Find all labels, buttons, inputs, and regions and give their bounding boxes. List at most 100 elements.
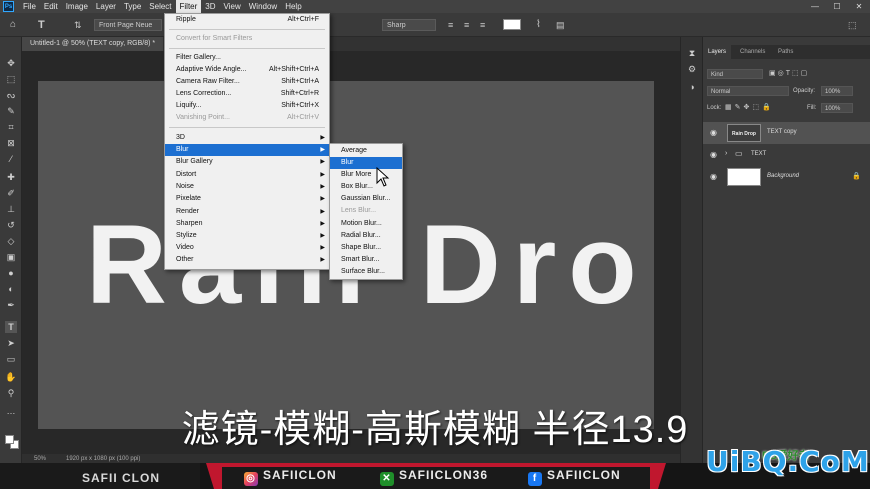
menu-item-surface-blur[interactable]: Surface Blur... xyxy=(330,266,402,278)
path-select-tool-icon[interactable]: ➤ xyxy=(5,337,17,349)
menu-item-render[interactable]: Render ▶ xyxy=(165,206,329,218)
menu-item-smart-blur[interactable]: Smart Blur... xyxy=(330,254,402,266)
lock-icons[interactable]: ▦✎✥⬚🔒 xyxy=(725,103,774,113)
text-tool-icon[interactable]: T xyxy=(5,321,17,333)
menu-select[interactable]: Select xyxy=(145,0,175,13)
crop-tool-icon[interactable]: ⌗ xyxy=(5,121,17,133)
menu-window[interactable]: Window xyxy=(245,0,281,13)
layer-text-copy[interactable]: ◉ Rain Drop TEXT copy xyxy=(703,122,870,144)
brush-tool-icon[interactable]: ✐ xyxy=(5,187,17,199)
move-tool-icon[interactable]: ✥ xyxy=(5,57,17,69)
adjustments-panel-icon[interactable]: ◑ xyxy=(686,81,698,93)
history-panel-icon[interactable]: ⧗ xyxy=(686,47,698,59)
visibility-eye-icon[interactable]: ◉ xyxy=(710,150,717,159)
quick-select-tool-icon[interactable]: ✎ xyxy=(5,105,17,117)
hand-tool-icon[interactable]: ✋ xyxy=(5,371,17,383)
visibility-eye-icon[interactable]: ◉ xyxy=(710,172,717,181)
layer-group-text[interactable]: ◉ › ▭ TEXT xyxy=(703,144,870,166)
font-family-field[interactable]: Front Page Neue xyxy=(94,19,162,31)
menu-item-box-blur[interactable]: Box Blur... xyxy=(330,181,402,193)
menu-item-video[interactable]: Video ▶ xyxy=(165,242,329,254)
menu-item-other[interactable]: Other ▶ xyxy=(165,254,329,266)
menu-item-blur-filter[interactable]: Blur xyxy=(330,157,402,169)
menu-item-blur-more[interactable]: Blur More xyxy=(330,169,402,181)
tab-channels[interactable]: Channels xyxy=(735,45,770,59)
menu-type[interactable]: Type xyxy=(120,0,145,13)
healing-brush-tool-icon[interactable]: ✚ xyxy=(5,171,17,183)
menu-item-lens-correction[interactable]: Lens Correction... Shift+Ctrl+R xyxy=(165,88,329,100)
photoshop-logo[interactable]: Ps xyxy=(3,1,14,12)
menu-help[interactable]: Help xyxy=(281,0,305,13)
menu-3d[interactable]: 3D xyxy=(201,0,219,13)
menu-item-radial-blur[interactable]: Radial Blur... xyxy=(330,230,402,242)
close-button[interactable]: ✕ xyxy=(848,0,870,13)
share-icon[interactable]: ⬚ xyxy=(848,19,857,31)
visibility-eye-icon[interactable]: ◉ xyxy=(710,128,717,137)
menu-item-gaussian-blur[interactable]: Gaussian Blur... xyxy=(330,193,402,205)
align-center-icon[interactable]: ≡ xyxy=(464,19,469,31)
menu-filter[interactable]: Filter xyxy=(175,0,202,13)
instagram-handle[interactable]: ◎ SAFIICLON xyxy=(244,467,337,486)
eraser-tool-icon[interactable]: ◇ xyxy=(5,235,17,247)
properties-panel-icon[interactable]: ⚙ xyxy=(686,63,698,75)
menu-item-distort[interactable]: Distort ▶ xyxy=(165,169,329,181)
menu-image[interactable]: Image xyxy=(62,0,92,13)
opacity-field[interactable]: 100% xyxy=(821,86,853,96)
character-panel-icon[interactable]: ▤ xyxy=(556,19,565,31)
menu-item-blur[interactable]: Blur ▶ xyxy=(165,144,329,156)
maximize-button[interactable]: ☐ xyxy=(826,0,848,13)
layer-filter-kind[interactable]: Kind xyxy=(707,69,763,79)
text-color-swatch[interactable] xyxy=(503,19,521,30)
menu-file[interactable]: File xyxy=(19,0,40,13)
blend-mode-dropdown[interactable]: Normal xyxy=(707,86,789,96)
facebook-handle[interactable]: f SAFIICLON xyxy=(528,467,621,486)
menu-item-stylize[interactable]: Stylize ▶ xyxy=(165,230,329,242)
align-right-icon[interactable]: ≡ xyxy=(480,19,485,31)
menu-item-liquify[interactable]: Liquify... Shift+Ctrl+X xyxy=(165,100,329,112)
marquee-tool-icon[interactable]: ⬚ xyxy=(5,73,17,85)
menu-item-adaptive-wide-angle[interactable]: Adaptive Wide Angle... Alt+Shift+Ctrl+A xyxy=(165,64,329,76)
lasso-tool-icon[interactable]: ᔓ xyxy=(5,89,17,101)
home-icon[interactable]: ⌂ xyxy=(10,19,16,31)
layer-filter-icons[interactable]: ▣◎T⬚▢ xyxy=(769,69,809,79)
document-tab[interactable]: Untitled-1 @ 50% (TEXT copy, RGB/8) * xyxy=(22,37,164,51)
stamp-tool-icon[interactable]: ⊥ xyxy=(5,203,17,215)
menu-item-sharpen[interactable]: Sharpen ▶ xyxy=(165,218,329,230)
tab-layers[interactable]: Layers xyxy=(703,45,732,59)
pen-tool-icon[interactable]: ✒ xyxy=(5,299,17,311)
menu-edit[interactable]: Edit xyxy=(40,0,62,13)
menu-item-shape-blur[interactable]: Shape Blur... xyxy=(330,242,402,254)
menu-item-noise[interactable]: Noise ▶ xyxy=(165,181,329,193)
menu-item-motion-blur[interactable]: Motion Blur... xyxy=(330,218,402,230)
panel-icon-strip: ⧗ ⚙ ◑ xyxy=(680,37,702,463)
menu-item-ripple[interactable]: Ripple Alt+Ctrl+F xyxy=(165,14,329,26)
orientation-toggle-icon[interactable]: ⇅ xyxy=(74,19,82,31)
layer-background[interactable]: ◉ Background 🔒 xyxy=(703,166,870,188)
tab-paths[interactable]: Paths xyxy=(773,45,798,59)
align-left-icon[interactable]: ≡ xyxy=(448,19,453,31)
menu-item-blur-gallery[interactable]: Blur Gallery ▶ xyxy=(165,156,329,168)
history-brush-tool-icon[interactable]: ↺ xyxy=(5,219,17,231)
blur-tool-icon[interactable]: ● xyxy=(5,267,17,279)
antialias-dropdown[interactable]: Sharp xyxy=(382,19,436,31)
rectangle-tool-icon[interactable]: ▭ xyxy=(5,353,17,365)
minimize-button[interactable]: — xyxy=(804,0,826,13)
eyedropper-tool-icon[interactable]: ⁄ xyxy=(5,153,17,165)
menu-item-pixelate[interactable]: Pixelate ▶ xyxy=(165,193,329,205)
warp-text-icon[interactable]: ⌇ xyxy=(536,19,541,31)
expand-chevron-icon[interactable]: › xyxy=(725,150,727,157)
dodge-tool-icon[interactable]: ◐ xyxy=(5,283,17,295)
menu-view[interactable]: View xyxy=(220,0,245,13)
menu-item-3d[interactable]: 3D ▶ xyxy=(165,132,329,144)
foreground-color[interactable] xyxy=(5,435,14,444)
fill-field[interactable]: 100% xyxy=(821,103,853,113)
xbox-handle[interactable]: ✕ SAFIICLON36 xyxy=(380,467,488,486)
menu-item-camera-raw[interactable]: Camera Raw Filter... Shift+Ctrl+A xyxy=(165,76,329,88)
menu-layer[interactable]: Layer xyxy=(92,0,120,13)
gradient-tool-icon[interactable]: ▣ xyxy=(5,251,17,263)
menu-item-average[interactable]: Average xyxy=(330,145,402,157)
zoom-tool-icon[interactable]: ⚲ xyxy=(5,387,17,399)
type-tool-icon[interactable]: T xyxy=(38,19,45,31)
menu-item-filter-gallery[interactable]: Filter Gallery... xyxy=(165,52,329,64)
frame-tool-icon[interactable]: ⊠ xyxy=(5,137,17,149)
